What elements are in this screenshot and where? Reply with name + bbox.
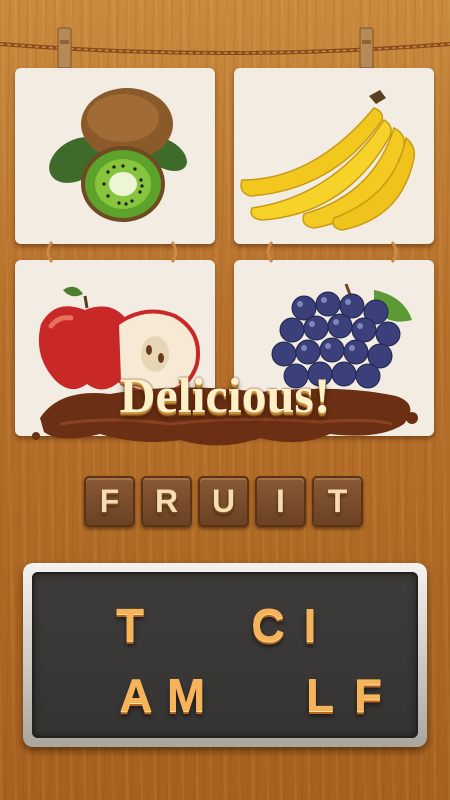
key-letter: T bbox=[115, 599, 145, 651]
answer-tile[interactable]: R bbox=[141, 476, 192, 527]
clothespin-left bbox=[57, 27, 72, 69]
key-letter: F bbox=[353, 669, 383, 721]
letter-key-empty bbox=[194, 601, 242, 649]
letter-key[interactable]: L bbox=[296, 671, 344, 719]
clothespin-right bbox=[359, 27, 374, 69]
kiwi-icon bbox=[49, 88, 187, 222]
card-connector-left bbox=[46, 241, 178, 263]
answer-letter: I bbox=[276, 483, 285, 519]
letter-key[interactable]: I bbox=[286, 601, 334, 649]
key-letter: I bbox=[303, 599, 317, 651]
letter-key-empty bbox=[332, 601, 380, 649]
answer-letter: F bbox=[99, 483, 120, 519]
banana-icon bbox=[240, 90, 416, 231]
picture-card-banana[interactable] bbox=[234, 68, 434, 244]
letter-board: T C I A M L F bbox=[23, 563, 427, 747]
delicious-banner: Delicious! bbox=[119, 367, 331, 423]
answer-tile[interactable]: T bbox=[312, 476, 363, 527]
key-letter: L bbox=[305, 669, 335, 721]
answer-letter: U bbox=[211, 483, 236, 519]
letter-key-empty bbox=[250, 671, 298, 719]
card-connector-right bbox=[266, 241, 398, 263]
letter-key[interactable]: A bbox=[112, 671, 160, 719]
key-letter: C bbox=[251, 599, 285, 651]
picture-card-kiwi[interactable] bbox=[15, 68, 215, 244]
letter-key[interactable]: T bbox=[106, 601, 154, 649]
answer-letter: R bbox=[154, 483, 179, 519]
answer-tile[interactable]: U bbox=[198, 476, 249, 527]
letter-key[interactable]: C bbox=[244, 601, 292, 649]
letter-key[interactable]: F bbox=[344, 671, 392, 719]
letter-board-panel: T C I A M L F bbox=[32, 572, 418, 738]
answer-letter: T bbox=[327, 483, 348, 519]
answer-tile[interactable]: I bbox=[255, 476, 306, 527]
answer-tiles: F R U I T bbox=[84, 476, 363, 528]
rope bbox=[0, 27, 450, 69]
key-letter: M bbox=[166, 669, 206, 721]
answer-tile[interactable]: F bbox=[84, 476, 135, 527]
key-letter: A bbox=[119, 669, 153, 721]
letter-key[interactable]: M bbox=[162, 671, 210, 719]
